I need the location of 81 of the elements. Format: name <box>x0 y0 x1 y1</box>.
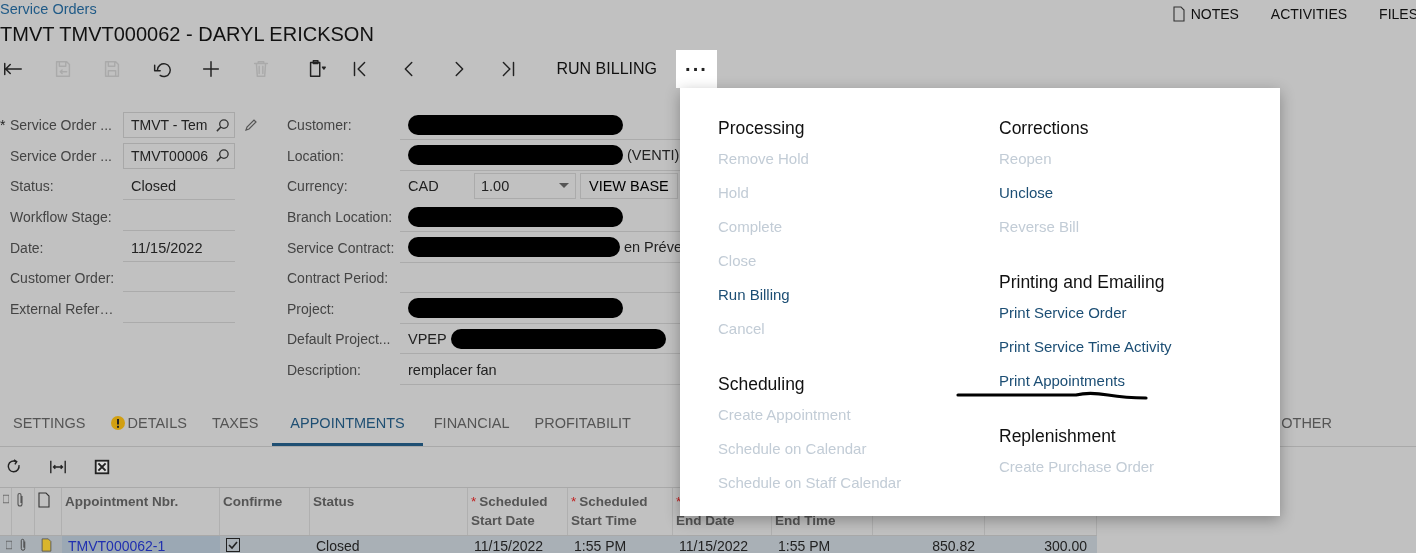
paperclip-icon <box>18 538 28 553</box>
rate-dropdown[interactable]: 1.00 <box>474 173 576 200</box>
column-header[interactable]: Status <box>313 494 355 510</box>
tab[interactable]: FINANCIAL <box>422 402 524 447</box>
excel-export-button[interactable] <box>93 458 111 477</box>
menu-section-title: Printing and Emailing <box>999 271 1166 294</box>
field-label: Customer: <box>287 117 353 134</box>
field-label: Contract Period: <box>287 270 390 287</box>
tab[interactable]: TAXES <box>200 402 273 447</box>
tab[interactable]: APPOINTMENTS <box>272 402 423 447</box>
menu-section-title: Scheduling <box>718 373 806 396</box>
column-header[interactable]: Scheduled <box>579 494 648 510</box>
tab[interactable]: OTHER <box>1270 402 1346 447</box>
breadcrumb-link[interactable]: Service Orders <box>0 0 374 19</box>
field-label: Service Order ... <box>10 147 113 164</box>
search-icon <box>215 148 230 164</box>
header-link[interactable]: ACTIVITIES <box>1270 6 1348 22</box>
menu-item[interactable]: Print Appointments <box>999 372 1125 389</box>
field-label: Service Order ... <box>10 117 113 134</box>
table-cell: 1:55 PM <box>574 538 627 553</box>
tab[interactable]: DETAILS <box>99 402 201 447</box>
tab[interactable]: PROFITABILIT <box>523 402 645 447</box>
required-marker: * <box>571 494 577 510</box>
document-icon <box>38 492 50 509</box>
field-label: Service Contract: <box>287 239 396 256</box>
table-cell: 300.00 <box>1044 538 1087 553</box>
table-cell: 11/15/2022 <box>474 538 544 553</box>
field-value: remplacer fan <box>408 361 497 378</box>
field-label: Location: <box>287 147 345 164</box>
menu-section-title: Replenishment <box>999 425 1117 448</box>
pencil-icon[interactable] <box>243 117 259 134</box>
document-icon <box>1172 6 1185 22</box>
field-label: Workflow Stage: <box>10 209 113 226</box>
menu-item[interactable]: Print Service Order <box>999 304 1127 321</box>
table-cell: 1:55 PM <box>778 538 831 553</box>
field-label: Currency: <box>287 178 349 195</box>
more-button[interactable]: ··· <box>675 50 717 88</box>
field-label: Description: <box>287 362 362 379</box>
menu-item[interactable]: Print Service Time Activity <box>999 338 1172 355</box>
menu-item[interactable]: Run Billing <box>718 286 790 303</box>
lookup-field[interactable]: TMVT - Tem <box>123 112 235 139</box>
column-header[interactable]: End Date <box>676 513 735 529</box>
field-value: en Préve <box>623 239 682 256</box>
field-value[interactable]: 11/15/2022 <box>123 233 235 262</box>
field-label: Project: <box>287 300 336 317</box>
field-label: Branch Location: <box>287 209 394 226</box>
tab[interactable]: SETTINGS <box>2 402 100 447</box>
column-header[interactable]: End Time <box>775 513 836 529</box>
column-header[interactable]: Scheduled <box>479 494 548 510</box>
column-header[interactable]: Appointment Nbr. <box>65 494 179 510</box>
caret-icon <box>559 183 569 190</box>
field-label: Default Project... <box>287 331 392 348</box>
menu-section-title: Processing <box>718 117 806 140</box>
header-link[interactable]: NOTES <box>1190 6 1239 22</box>
page-title: TMVT TMVT000062 - DARYL ERICKSON <box>0 22 374 47</box>
paperclip-icon <box>15 492 25 509</box>
run-billing-button[interactable]: RUN BILLING <box>544 51 669 87</box>
field-value[interactable]: Closed <box>123 172 235 201</box>
menu-section-title: Corrections <box>999 117 1090 140</box>
table-cell: Closed <box>316 538 360 553</box>
table-cell: 11/15/2022 <box>679 538 749 553</box>
field-label: Customer Order: <box>10 270 116 287</box>
field-label: Date: <box>10 239 45 256</box>
field-value: VPEP <box>408 330 447 347</box>
note-icon <box>41 538 52 553</box>
column-header[interactable]: Start Time <box>571 513 637 529</box>
checkbox[interactable] <box>226 538 240 553</box>
warning-icon <box>110 415 125 430</box>
column-header[interactable]: Confirme <box>223 494 283 510</box>
field-value: (VENTI) <box>627 147 680 164</box>
required-marker: * <box>471 494 477 510</box>
field-label: External Refer… <box>10 300 115 317</box>
lookup-field[interactable]: TMVT00006 <box>123 142 235 169</box>
currency-value: CAD <box>408 178 440 195</box>
menu-item[interactable]: Unclose <box>999 184 1054 201</box>
required-marker: * <box>0 117 6 134</box>
table-cell: 850.82 <box>932 538 975 553</box>
view-base-button[interactable]: VIEW BASE <box>580 173 678 200</box>
column-header[interactable]: Start Date <box>471 513 535 529</box>
search-icon <box>215 117 230 133</box>
field-label: Status: <box>10 178 55 195</box>
